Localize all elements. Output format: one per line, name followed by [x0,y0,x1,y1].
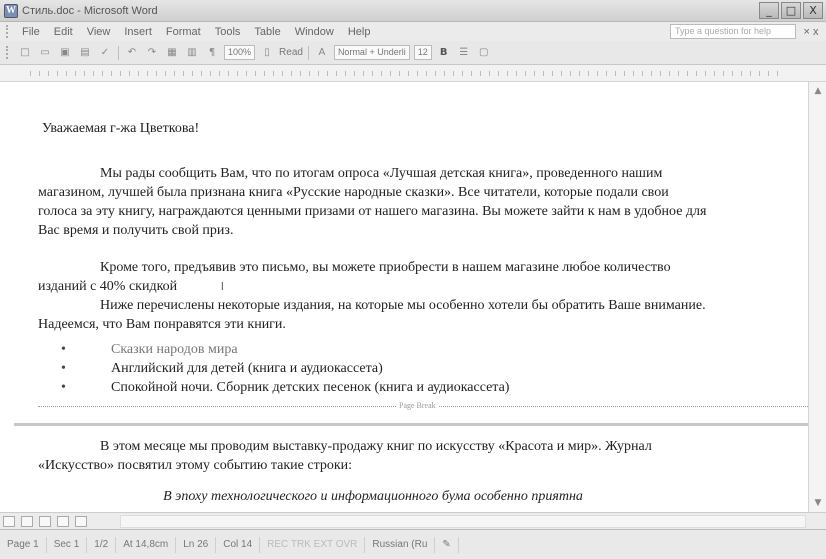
text-cursor-icon: I [220,280,224,293]
reading-view-icon[interactable] [75,515,87,527]
print-view-icon[interactable] [39,515,51,527]
standard-toolbar: □ ▭ ▣ ▤ ✓ ↶ ↷ ▦ ▥ ¶ 100% ▯ Read A Normal… [0,41,826,65]
new-document-icon[interactable]: □ [17,46,33,60]
spelling-status-icon: ✎ [435,536,459,553]
status-bar: Page 1 Sec 1 1/2 At 14,8cm Ln 26 Col 14 … [0,529,826,559]
quote-line: В эпоху технологического и информационно… [163,489,583,504]
list-item: • Спокойной ночи. Сборник детских песенок… [61,380,510,395]
status-page: Page 1 [0,536,47,553]
horizontal-ruler[interactable] [0,65,826,82]
paragraph-1: Мы рады сообщить Вам, что по итогам опро… [38,166,707,238]
vertical-scrollbar[interactable]: ▲ ▼ [808,82,826,512]
read-button[interactable]: Read [279,47,303,58]
page-separator [14,423,808,426]
borders-icon[interactable]: ▢ [476,46,492,60]
status-section: Sec 1 [47,536,88,553]
table-icon[interactable]: ▦ [164,46,180,60]
menu-insert[interactable]: Insert [117,26,159,38]
close-button[interactable]: X [803,2,823,19]
menu-help[interactable]: Help [341,26,378,38]
toolbar-separator [307,45,309,60]
book-list: • Сказки народов мира • Английский для дет… [61,340,681,397]
status-modes: REC TRK EXT OVR [260,536,366,553]
title-bar: W Стиль.doc - Microsoft Word _ □ X [0,0,826,22]
menu-window[interactable]: Window [288,26,341,38]
outline-view-icon[interactable] [57,515,69,527]
font-size-select[interactable]: 12 [413,45,432,60]
document-close-icon[interactable]: × x [796,26,826,38]
show-formatting-icon[interactable]: ¶ [204,46,220,60]
undo-icon[interactable]: ↶ [124,46,140,60]
menu-table[interactable]: Table [247,26,287,38]
status-line: Ln 26 [176,536,217,553]
toolbar-grip[interactable] [6,46,12,59]
list-item: • Английский для детей (книга и аудиокасс… [61,361,383,376]
scroll-down-icon[interactable]: ▼ [811,496,825,510]
normal-view-icon[interactable] [3,515,15,527]
list-item: • Сказки народов мира [61,342,238,357]
window-title: Стиль.doc - Microsoft Word [22,4,158,17]
menu-grip[interactable] [6,25,12,38]
status-language: Russian (Ru [365,536,436,553]
toolbar-separator [118,45,119,60]
page-break: Page Break [38,400,808,412]
menu-view[interactable]: View [80,26,118,38]
menu-bar: File Edit View Insert Format Tools Table… [0,22,826,41]
minimize-button[interactable]: _ [759,2,779,19]
greeting-line: Уважаемая г-жа Цветкова! [42,121,200,136]
paragraph-3: Ниже перечислены некоторые издания, на к… [38,298,706,332]
status-page-of: 1/2 [87,536,117,553]
menu-edit[interactable]: Edit [47,26,80,38]
redo-icon[interactable]: ↷ [144,46,160,60]
menu-format[interactable]: Format [159,26,208,38]
spelling-icon[interactable]: ✓ [97,46,113,60]
word-app-icon[interactable]: W [4,3,18,18]
web-view-icon[interactable] [21,515,33,527]
print-icon[interactable]: ▤ [77,46,93,60]
style-select[interactable]: Normal + Underli [333,45,410,60]
columns-icon[interactable]: ▥ [184,46,200,60]
horizontal-scrollbar[interactable] [120,514,806,528]
menu-file[interactable]: File [15,26,47,38]
scroll-up-icon[interactable]: ▲ [811,84,825,98]
open-folder-icon[interactable]: ▭ [37,46,53,60]
paragraph-4: В этом месяце мы проводим выставку-прода… [38,439,652,473]
paragraph-2: Кроме того, предъявив это письмо, вы мож… [38,258,708,296]
status-column: Col 14 [216,536,261,553]
status-at: At 14,8cm [116,536,177,553]
save-icon[interactable]: ▣ [57,46,73,60]
zoom-select[interactable]: 100% [224,45,256,60]
read-icon[interactable]: ▯ [259,46,275,60]
help-search-input[interactable]: Type a question for help [670,24,796,39]
bold-button[interactable]: B [436,46,452,60]
view-bar [0,512,826,529]
maximize-button[interactable]: □ [781,2,801,19]
styles-pane-icon[interactable]: A [314,46,330,60]
page-break-label: Page Break [396,400,439,412]
bullets-icon[interactable]: ☰ [456,46,472,60]
paragraph-2-text: Кроме того, предъявив это письмо, вы мож… [38,260,671,294]
menu-tools[interactable]: Tools [208,26,248,38]
document-page[interactable]: Уважаемая г-жа Цветкова! Мы рады сообщит… [14,82,808,512]
